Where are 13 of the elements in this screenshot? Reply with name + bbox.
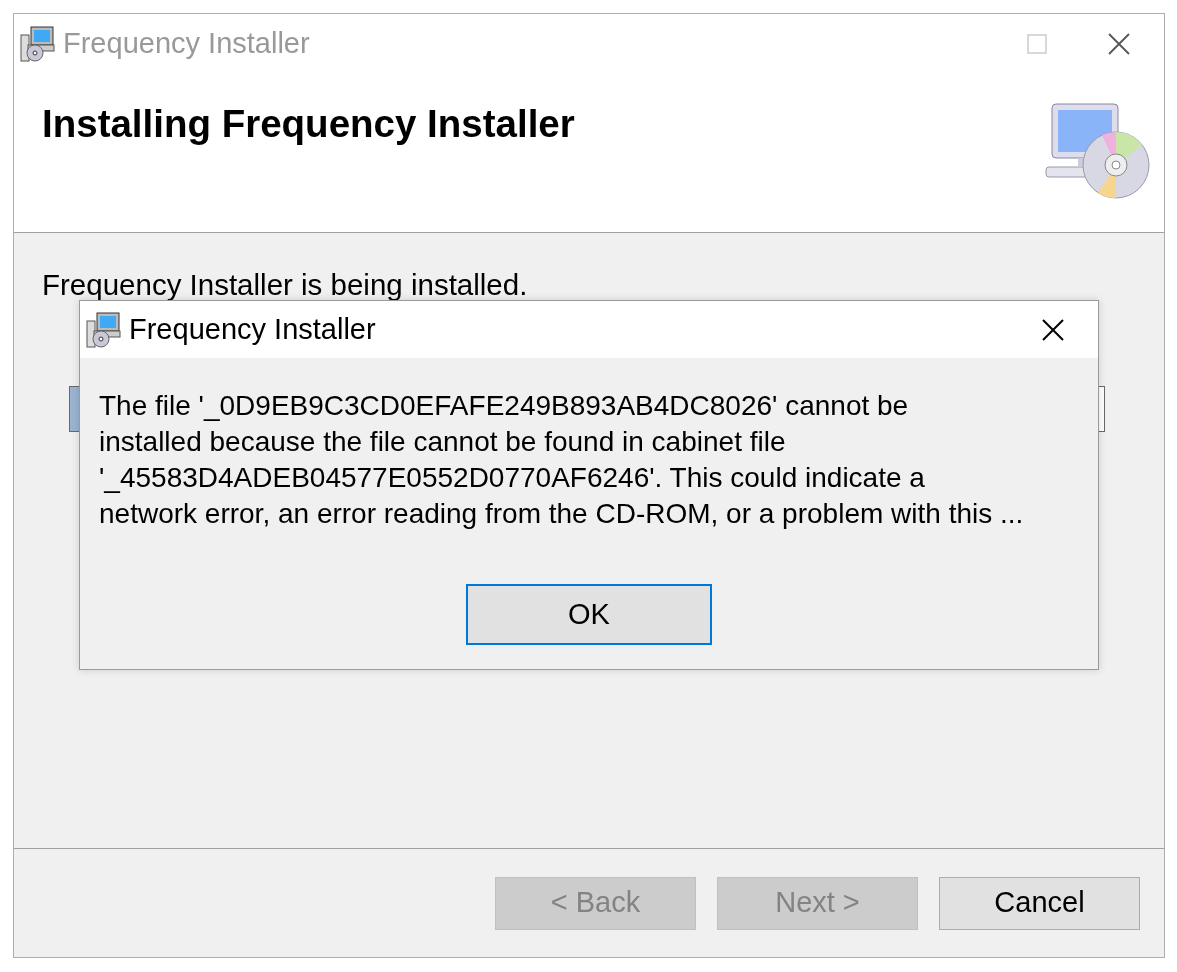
close-icon [1042, 318, 1064, 341]
installer-icon [19, 24, 57, 63]
error-message: The file '_0D9EB9C3CD0EFAFE249B893AB4DC8026' cannot be installed because the file cannot be found in cabinet file '_45583D4ADEB04577E0552D0770AF6246'. This could indicate a network error, an error reading from the CD-ROM, or a problem with this ... [99, 389, 1025, 531]
status-message: Frequency Installer is being installed. [42, 267, 529, 303]
computer-disc-icon [1042, 101, 1150, 201]
dialog-title: Frequency Installer [129, 311, 376, 347]
wizard-button[interactable]: Cancel [939, 876, 1140, 930]
window-title: Frequency Installer [63, 25, 310, 61]
close-icon [1108, 32, 1130, 55]
installer-icon [85, 310, 123, 349]
ok-button[interactable]: OK [466, 584, 712, 645]
page-heading: Installing Frequency Installer [42, 101, 575, 147]
maximize-icon [1027, 33, 1047, 54]
